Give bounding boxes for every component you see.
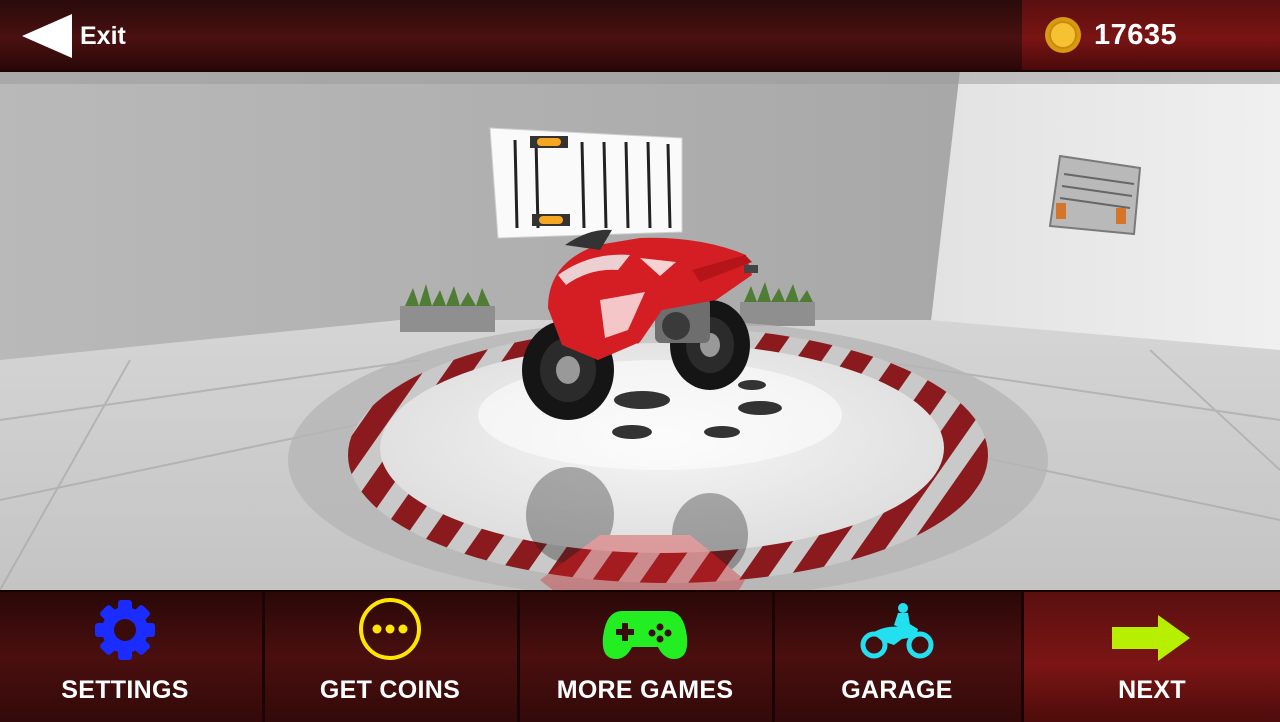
next-button[interactable]: NEXT bbox=[1024, 592, 1280, 722]
back-arrow-icon bbox=[20, 14, 72, 58]
get-coins-button[interactable]: GET COINS bbox=[265, 592, 515, 722]
more-games-button[interactable]: MORE GAMES bbox=[520, 592, 770, 722]
top-bar: Exit 17635 bbox=[0, 0, 1280, 72]
motorbike-icon bbox=[858, 603, 936, 666]
gear-icon bbox=[92, 599, 158, 666]
exit-button[interactable]: Exit bbox=[20, 14, 126, 58]
coin-count: 17635 bbox=[1094, 18, 1178, 51]
arrow-right-icon bbox=[1112, 615, 1192, 666]
garage-label: GARAGE bbox=[841, 676, 953, 704]
get-coins-label: GET COINS bbox=[319, 676, 461, 704]
coin-icon bbox=[1044, 16, 1082, 54]
next-label: NEXT bbox=[1118, 676, 1186, 704]
ellipsis-circle-icon bbox=[356, 597, 424, 666]
settings-label: SETTINGS bbox=[61, 676, 189, 704]
garage-button[interactable]: GARAGE bbox=[775, 592, 1019, 722]
gamepad-icon bbox=[602, 607, 688, 666]
bottom-menu-bar: SETTINGS GET COINS MORE GAMES GARAGE NEX… bbox=[0, 590, 1280, 722]
coin-balance-panel: 17635 bbox=[1022, 0, 1280, 70]
exit-label: Exit bbox=[80, 21, 126, 50]
settings-button[interactable]: SETTINGS bbox=[0, 592, 250, 722]
more-games-label: MORE GAMES bbox=[556, 676, 734, 704]
